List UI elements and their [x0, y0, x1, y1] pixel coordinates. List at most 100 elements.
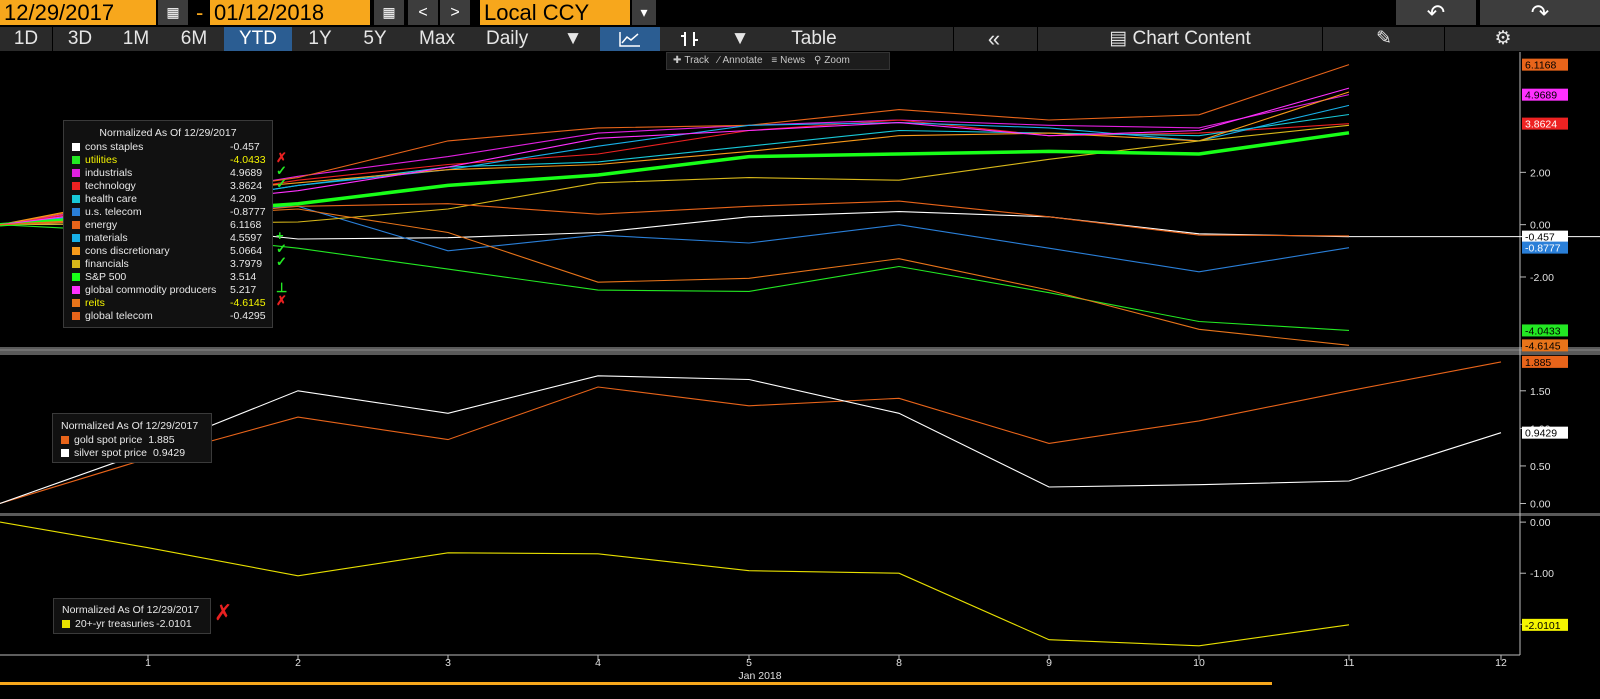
panel-divider [0, 513, 1600, 516]
legend-value: 4.209 [230, 193, 257, 205]
legend-swatch [61, 436, 69, 444]
legend-value: 3.8624 [230, 180, 263, 192]
legend-label: materials [85, 232, 128, 244]
legend-item[interactable]: global commodity producers 5.217 [64, 284, 272, 297]
legend-swatch [72, 221, 80, 229]
y-tick-label: -1.00 [1530, 568, 1554, 580]
legend-value: 4.5597 [230, 232, 263, 244]
legend-swatch [72, 182, 80, 190]
legend-item[interactable]: 20+-yr treasuries -2.0101 [54, 618, 210, 631]
legend-treasuries: Normalized As Of 12/29/2017 20+-yr treas… [53, 598, 211, 634]
end-value-label: 3.8624 [1525, 119, 1557, 131]
series-line-silver-spot-price [0, 375, 1502, 505]
y-tick-label: 0.00 [1530, 498, 1551, 510]
x-tick-label: 11 [1344, 657, 1355, 669]
legend-swatch [72, 312, 80, 320]
legend-label: cons discretionary [85, 245, 170, 257]
legend-item[interactable]: gold spot price 1.885 [53, 434, 211, 447]
legend-item[interactable]: reits -4.6145 [64, 297, 272, 310]
legend-label: energy [85, 219, 118, 231]
y-tick-label: 0.50 [1530, 461, 1551, 473]
legend-title: Normalized As Of 12/29/2017 [99, 127, 237, 139]
x-tick-label: 9 [1046, 657, 1052, 669]
y-tick-label: 1.50 [1530, 386, 1551, 398]
y-tick-label: 2.00 [1530, 167, 1551, 179]
legend-value: 3.7979 [230, 258, 263, 270]
legend-label: u.s. telecom [85, 206, 142, 218]
x-tick-label: 2 [295, 657, 301, 669]
legend-item[interactable]: silver spot price 0.9429 [53, 447, 211, 460]
end-value-label: 6.1168 [1525, 60, 1556, 72]
y-tick-label: 0.00 [1530, 220, 1551, 232]
status-strip [0, 682, 1272, 685]
legend-value: -0.8777 [230, 206, 266, 218]
legend-label: global commodity producers [85, 284, 217, 296]
legend-item[interactable]: technology 3.8624 [64, 180, 272, 193]
legend-swatch [61, 449, 69, 457]
legend-item[interactable]: cons discretionary 5.0664 [64, 245, 272, 258]
y-tick-label: 0.00 [1530, 517, 1551, 529]
legend-item[interactable]: cons staples -0.457 [64, 141, 272, 154]
end-value-label: -0.8777 [1525, 243, 1561, 255]
legend-swatch [72, 286, 80, 294]
legend-label: gold spot price [74, 434, 143, 446]
legend-item[interactable]: global telecom -0.4295 [64, 310, 272, 323]
legend-swatch [72, 156, 80, 164]
x-tick-label: 3 [445, 657, 451, 669]
x-tick-label: 1 [145, 657, 151, 669]
legend-item[interactable]: health care 4.209 [64, 193, 272, 206]
legend-label: health care [85, 193, 137, 205]
end-value-label: -2.0101 [1525, 620, 1561, 632]
legend-swatch [72, 234, 80, 242]
x-tick-label: 4 [595, 657, 601, 669]
legend-swatch [72, 299, 80, 307]
legend-label: technology [85, 180, 136, 192]
legend-swatch [72, 143, 80, 151]
x-tick-label: 10 [1193, 657, 1205, 669]
legend-label: reits [85, 297, 105, 309]
legend-swatch [72, 260, 80, 268]
legend-value: 1.885 [148, 434, 175, 446]
end-value-label: 0.9429 [1525, 428, 1557, 440]
x-tick-label: 8 [896, 657, 902, 669]
legend-item[interactable]: u.s. telecom -0.8777 [64, 206, 272, 219]
legend-value: -4.0433 [230, 154, 266, 166]
legend-swatch [72, 208, 80, 216]
legend-label: utilities [85, 154, 118, 166]
legend-swatch [72, 273, 80, 281]
legend-swatch [72, 247, 80, 255]
y-tick-label: -2.00 [1530, 272, 1554, 284]
end-value-label: -4.6145 [1525, 340, 1561, 352]
legend-value: 0.9429 [152, 447, 186, 459]
legend-title: Normalized As Of 12/29/2017 [62, 604, 200, 616]
x-tick-label: 5 [746, 657, 752, 669]
legend-label: global telecom [85, 310, 153, 322]
legend-value: 3.514 [230, 271, 257, 283]
legend-value: 5.217 [230, 284, 257, 296]
legend-label: cons staples [85, 141, 144, 153]
x-tick-label: 12 [1495, 657, 1507, 669]
legend-title: Normalized As Of 12/29/2017 [61, 420, 199, 432]
chart-canvas[interactable]: 2.000.00-2.006.11684.96893.8624-0.457-0.… [0, 0, 1600, 699]
legend-item[interactable]: S&P 500 3.514 [64, 271, 272, 284]
legend-label: 20+-yr treasuries [75, 618, 155, 630]
legend-value: -2.0101 [156, 618, 192, 630]
end-value-label: -4.0433 [1525, 325, 1561, 337]
legend-swatch [72, 195, 80, 203]
legend-metals: Normalized As Of 12/29/2017 gold spot pr… [52, 413, 212, 463]
legend-item[interactable]: utilities -4.0433 [64, 154, 272, 167]
end-value-label: 1.885 [1525, 357, 1551, 369]
legend-item[interactable]: industrials 4.9689 [64, 167, 272, 180]
legend-value: 5.0664 [230, 245, 263, 257]
legend-item[interactable]: materials 4.5597 [64, 232, 272, 245]
legend-item[interactable]: energy 6.1168 [64, 219, 272, 232]
legend-swatch [62, 620, 70, 628]
legend-sectors: Normalized As Of 12/29/2017 cons staples… [63, 120, 273, 328]
legend-value: 6.1168 [230, 219, 262, 231]
legend-item[interactable]: financials 3.7979 [64, 258, 272, 271]
panel-divider [0, 347, 1600, 355]
legend-value: -0.4295 [230, 310, 266, 322]
legend-label: financials [85, 258, 129, 270]
legend-value: -4.6145 [230, 297, 266, 309]
legend-swatch [72, 169, 80, 177]
